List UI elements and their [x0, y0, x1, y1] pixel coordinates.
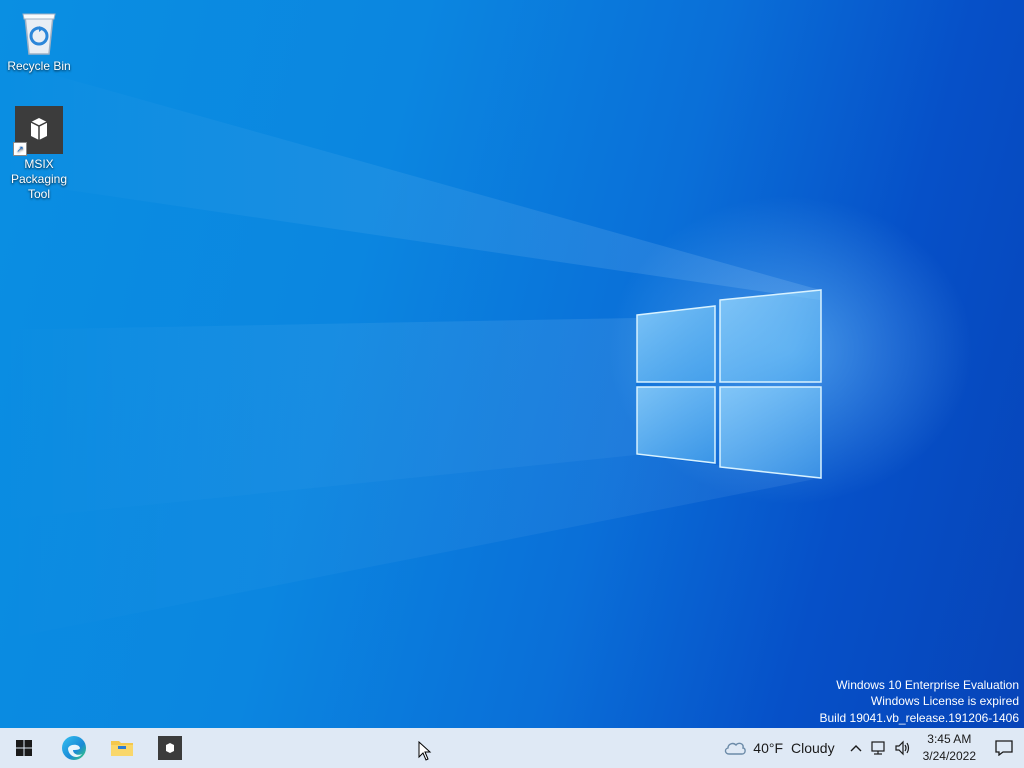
edge-icon — [62, 736, 86, 760]
windows-watermark: Windows 10 Enterprise Evaluation Windows… — [820, 677, 1020, 727]
notifications-button[interactable] — [984, 728, 1024, 768]
system-tray: 40°F Cloudy 3:45 AM 3/24/2022 — [717, 728, 1024, 768]
watermark-edition: Windows 10 Enterprise Evaluation — [836, 677, 1019, 692]
desktop-icon-recycle-bin[interactable]: Recycle Bin — [2, 8, 76, 74]
recycle-bin-icon — [22, 13, 56, 55]
network-icon — [871, 741, 885, 755]
chevron-up-icon — [850, 745, 862, 752]
weather-condition: Cloudy — [791, 740, 835, 756]
taskbar-file-explorer-button[interactable] — [98, 728, 146, 768]
wallpaper-light-beams — [0, 60, 822, 640]
taskbar: 40°F Cloudy 3:45 AM 3/24/2022 — [0, 728, 1024, 768]
notification-icon — [995, 740, 1013, 756]
windows-logo-glow — [636, 289, 822, 479]
folder-icon — [111, 741, 133, 756]
recycle-bin-label: Recycle Bin — [7, 59, 71, 73]
weather-temperature: 40°F — [753, 740, 784, 756]
taskbar-edge-button[interactable] — [50, 728, 98, 768]
show-hidden-icons-button[interactable] — [845, 728, 867, 768]
desktop-icon-msix-packaging-tool[interactable]: ↗ MSIX Packaging Tool — [2, 106, 76, 202]
shortcut-arrow-icon: ↗ — [13, 142, 27, 156]
clock-date: 3/24/2022 — [922, 749, 976, 763]
cloud-icon — [725, 742, 747, 755]
speaker-icon — [895, 740, 909, 756]
start-button[interactable] — [0, 728, 48, 768]
watermark-build: Build 19041.vb_release.191206-1406 — [819, 710, 1020, 725]
weather-widget[interactable]: 40°F Cloudy — [717, 728, 844, 768]
mouse-cursor-icon — [418, 741, 432, 761]
clock[interactable]: 3:45 AM 3/24/2022 — [915, 728, 984, 768]
msix-icon — [158, 736, 182, 760]
msix-packaging-tool-label: MSIX Packaging Tool — [10, 157, 68, 201]
watermark-license: Windows License is expired — [870, 694, 1019, 708]
volume-button[interactable] — [891, 728, 915, 768]
network-button[interactable] — [867, 728, 891, 768]
taskbar-msix-button[interactable] — [146, 728, 194, 768]
desktop-wallpaper: Recycle Bin ↗ MSIX Packaging Tool Window… — [0, 0, 1024, 728]
clock-time: 3:45 AM — [927, 732, 972, 746]
msix-packaging-tool-icon: ↗ — [13, 106, 63, 156]
windows-logo-icon — [16, 740, 32, 756]
